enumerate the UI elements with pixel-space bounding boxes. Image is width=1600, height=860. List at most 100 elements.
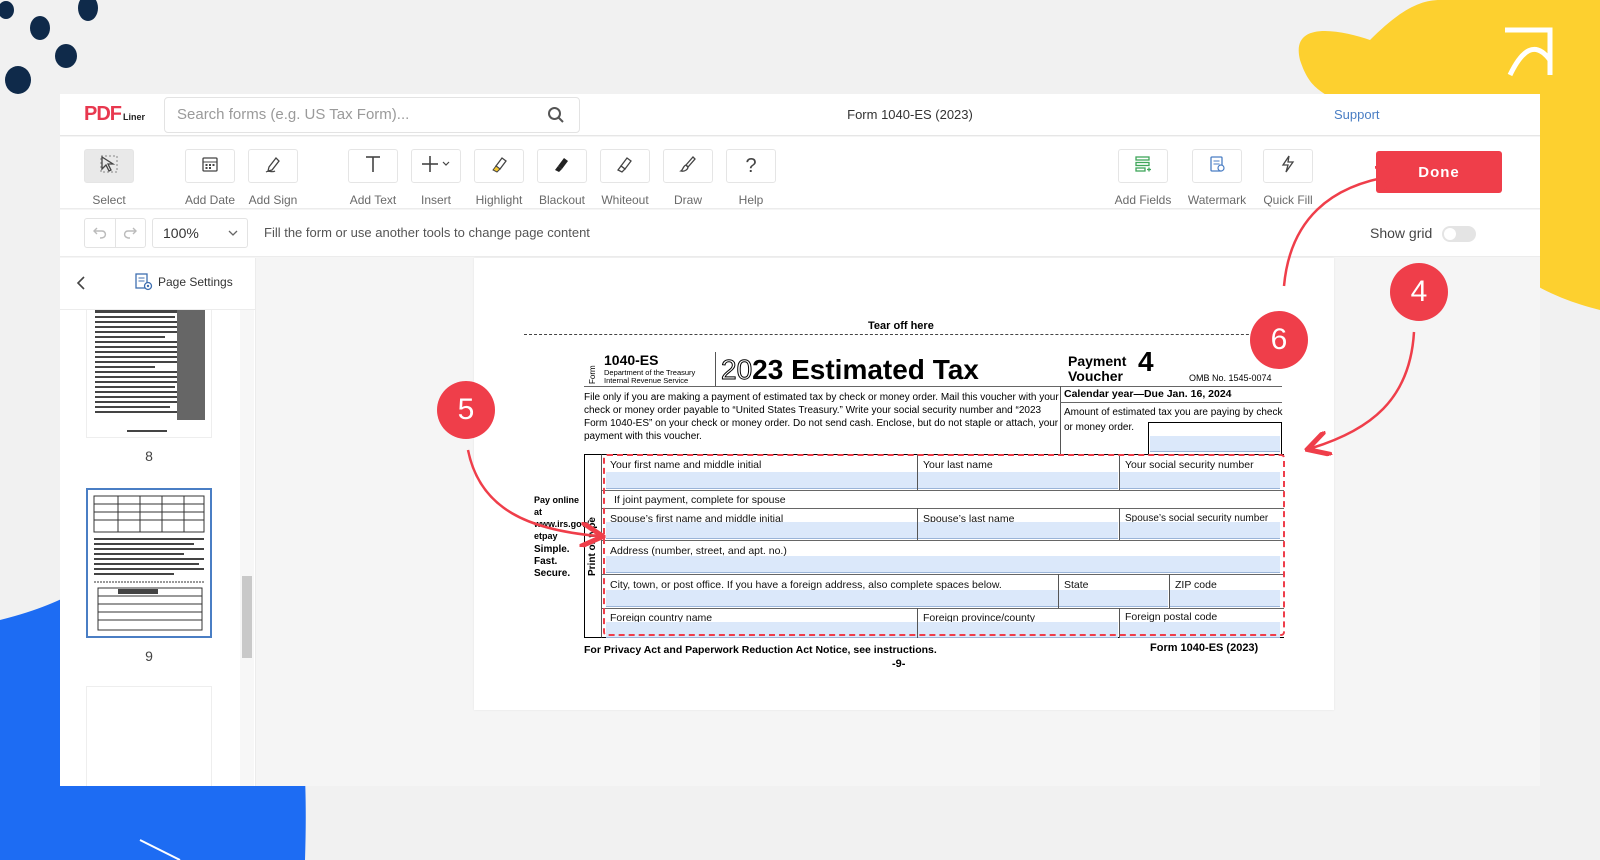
simple-fast-secure: Simple. Fast. Secure. <box>534 544 571 579</box>
omb-number: OMB No. 1545-0074 <box>1189 373 1272 383</box>
support-link[interactable]: Support <box>1334 94 1380 136</box>
watermark-icon <box>1207 154 1227 179</box>
voucher-number: 4 <box>1138 346 1154 377</box>
callout-badge-5: 5 <box>437 381 495 439</box>
form-number: 1040-ES <box>604 352 659 368</box>
due-line: Calendar year—Due Jan. 16, 2024 <box>1064 388 1232 400</box>
text-icon <box>363 154 383 179</box>
tool-label: Whiteout <box>601 193 649 207</box>
page-settings-label: Page Settings <box>158 275 233 289</box>
document-canvas: Tear off here Form 1040-ES Department of… <box>256 258 1540 786</box>
search-box <box>164 97 580 133</box>
search-icon[interactable] <box>547 106 565 129</box>
tool-label: Draw <box>673 193 702 207</box>
irs-label: Internal Revenue Service <box>604 376 689 385</box>
tool-label: Help <box>738 193 764 207</box>
chevron-down-icon <box>227 219 239 256</box>
app-window: PDFLiner Form 1040-ES (2023) Support Sel… <box>60 94 1540 786</box>
page-thumbnail-8[interactable] <box>86 310 212 438</box>
show-grid-label: Show grid <box>1370 225 1433 241</box>
done-button[interactable]: Done <box>1376 151 1502 193</box>
tool-label: Highlight <box>475 193 523 207</box>
sidebar-scrollbar[interactable] <box>240 310 254 786</box>
page-number-label: 9 <box>145 648 153 664</box>
tool-label: Quick Fill <box>1263 193 1313 207</box>
tool-insert[interactable]: Insert <box>406 149 466 207</box>
main-toolbar: Select Add Date Add Sign Add Text Insert… <box>60 137 1540 209</box>
tool-blackout[interactable]: Blackout <box>532 149 592 207</box>
collapse-sidebar-button[interactable] <box>74 274 90 297</box>
tool-add-fields[interactable]: Add Fields <box>1113 149 1173 207</box>
question-icon: ? <box>745 154 757 177</box>
tool-select[interactable]: Select <box>79 149 139 207</box>
page-thumbnail-image <box>95 310 205 432</box>
page-sidebar: Page Settings 8 9 <box>60 258 256 786</box>
amount-field[interactable] <box>1150 436 1280 452</box>
form-footer-id: Form 1040-ES (2023) <box>1150 642 1259 654</box>
tool-label: Watermark <box>1187 193 1247 207</box>
plus-icon <box>421 154 451 179</box>
document-page: Tear off here Form 1040-ES Department of… <box>474 258 1334 710</box>
tool-label: Select <box>92 193 126 207</box>
page-settings-button[interactable]: Page Settings <box>134 272 233 292</box>
page-number: -9- <box>892 658 906 670</box>
header-rule <box>584 386 1282 387</box>
tool-watermark[interactable]: Watermark <box>1187 149 1247 207</box>
tool-add-text[interactable]: Add Text <box>343 149 403 207</box>
tear-off-label: Tear off here <box>868 320 934 332</box>
tool-draw[interactable]: Draw <box>658 149 718 207</box>
chevron-left-icon <box>76 276 85 290</box>
page-number-label: 8 <box>145 448 153 464</box>
undo-button[interactable] <box>85 219 116 247</box>
sidebar-scroll-thumb[interactable] <box>242 576 252 658</box>
tool-whiteout[interactable]: Whiteout <box>595 149 655 207</box>
pdfliner-logo[interactable]: PDF Liner <box>84 103 145 126</box>
tool-label: Add Text <box>349 193 397 207</box>
tool-add-date[interactable]: Add Date <box>180 149 240 207</box>
page-settings-icon <box>135 273 153 291</box>
due-rule <box>1060 402 1282 403</box>
tool-label: Blackout <box>538 193 586 207</box>
brush-icon <box>678 154 698 179</box>
tool-label: Add Date <box>184 193 236 207</box>
form-title: 2023 Estimated Tax <box>720 354 979 386</box>
pay-online-text: Pay online at www.irs.gov/ etpay <box>534 495 590 541</box>
callout-badge-6: 6 <box>1250 311 1308 369</box>
zoom-value: 100% <box>163 225 199 241</box>
highlighted-fields-outline <box>603 454 1285 636</box>
top-header: PDFLiner Form 1040-ES (2023) Support <box>60 94 1540 136</box>
year-bold: 23 <box>752 354 784 385</box>
tear-off-line <box>524 334 1284 335</box>
tool-highlight[interactable]: Highlight <box>469 149 529 207</box>
logo-main: PDF <box>84 103 122 125</box>
document-title: Form 1040-ES (2023) <box>847 107 973 122</box>
tool-help[interactable]: ? Help <box>721 149 781 207</box>
amount-divider <box>1060 386 1061 454</box>
add-fields-icon <box>1133 154 1153 179</box>
whiteout-icon <box>615 154 635 179</box>
tool-add-sign[interactable]: Add Sign <box>243 149 303 207</box>
sidebar-header: Page Settings <box>60 258 255 310</box>
print-or-type-label: Print or type <box>587 517 598 576</box>
show-grid-toggle[interactable] <box>1442 226 1476 242</box>
search-input[interactable] <box>177 98 537 130</box>
lightning-icon <box>1278 154 1298 179</box>
cursor-icon <box>99 154 119 179</box>
tool-label: Add Sign <box>248 193 298 207</box>
title-text: Estimated Tax <box>791 354 979 385</box>
blackout-icon <box>552 154 572 179</box>
voucher-label: Payment Voucher <box>1068 353 1127 384</box>
edit-subbar: 100% Fill the form or use another tools … <box>60 210 1540 257</box>
callout-badge-4: 4 <box>1390 263 1448 321</box>
instructions-text: File only if you are making a payment of… <box>584 392 1059 442</box>
form-word: Form <box>588 365 597 384</box>
undo-icon <box>92 227 106 239</box>
tool-quick-fill[interactable]: Quick Fill <box>1259 149 1317 207</box>
undo-redo-group <box>84 218 146 248</box>
zoom-select[interactable]: 100% <box>152 218 248 248</box>
redo-button[interactable] <box>116 219 146 247</box>
page-thumbnail-10[interactable] <box>86 686 212 786</box>
logo-sub: Liner <box>123 112 146 122</box>
page-thumbnail-9[interactable] <box>86 488 212 638</box>
tool-label: Insert <box>420 193 451 207</box>
